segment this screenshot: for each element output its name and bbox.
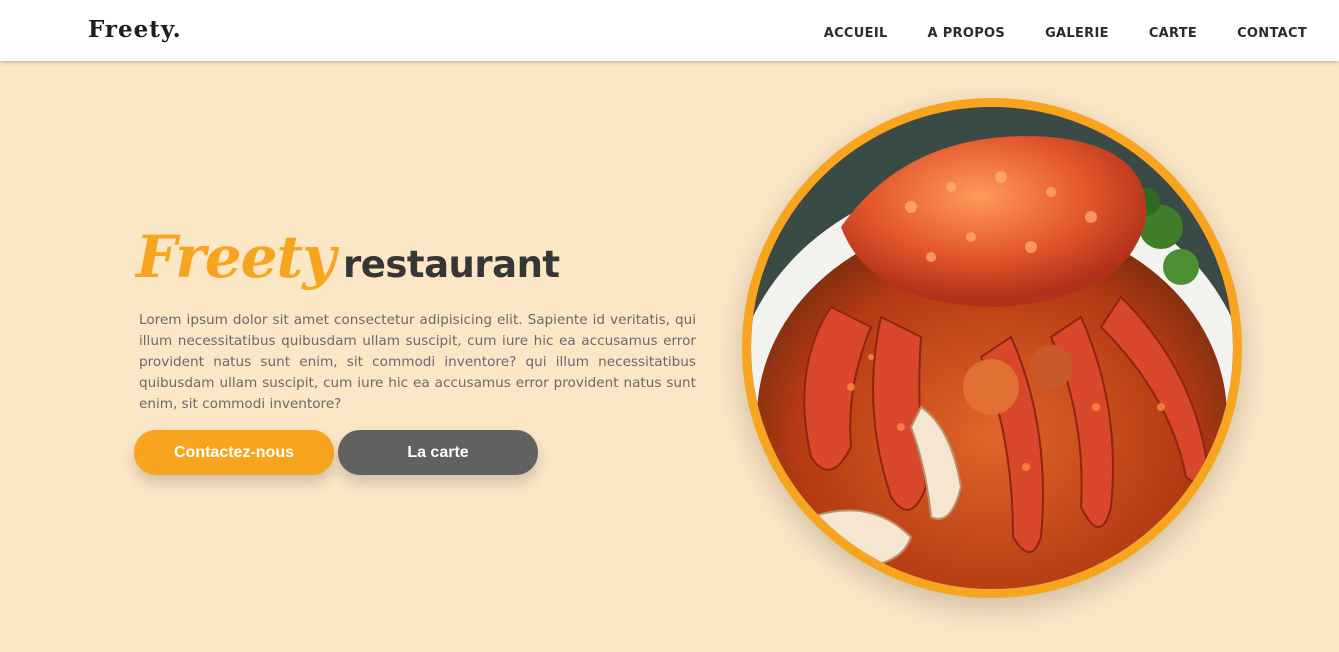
crab-dish-illustration: [751, 107, 1233, 589]
nav-link-galerie[interactable]: GALERIE: [1045, 26, 1109, 41]
hero-title-rest: restaurant: [343, 243, 560, 286]
hero-description: Lorem ipsum dolor sit amet consectetur a…: [139, 312, 696, 412]
navbar: Freety. ACCUEIL A PROPOS GALERIE CARTE C…: [0, 0, 1339, 61]
nav-menu: ACCUEIL A PROPOS GALERIE CARTE CONTACT: [784, 26, 1307, 41]
contact-button[interactable]: Contactez-nous: [134, 430, 334, 475]
nav-link-a-propos[interactable]: A PROPOS: [928, 26, 1006, 41]
hero-dish-image: [742, 98, 1242, 598]
nav-link-contact[interactable]: CONTACT: [1237, 26, 1307, 41]
hero-section: Freety restaurant Lorem ipsum dolor sit a…: [0, 61, 1339, 652]
hero-title: Freety restaurant: [136, 223, 560, 291]
menu-button[interactable]: La carte: [338, 430, 538, 475]
site-logo[interactable]: Freety.: [88, 16, 182, 43]
hero-brand-name: Freety: [136, 223, 336, 291]
nav-link-accueil[interactable]: ACCUEIL: [824, 26, 888, 41]
nav-link-carte[interactable]: CARTE: [1149, 26, 1197, 41]
